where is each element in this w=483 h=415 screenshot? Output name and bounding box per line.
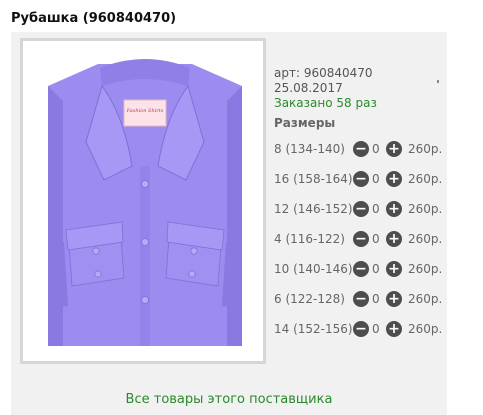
minus-circle-icon[interactable]: − bbox=[353, 201, 369, 217]
size-label: 12 (146-152) bbox=[274, 202, 353, 216]
size-price: 260р. bbox=[408, 322, 443, 336]
size-row: 6 (122-128) − 0 + 260р. bbox=[274, 290, 446, 308]
size-row: 16 (158-164) − 0 + 260р. bbox=[274, 170, 446, 188]
product-title: Рубашка (960840470) bbox=[11, 11, 177, 26]
size-quantity: 0 bbox=[372, 172, 380, 186]
divider-tick bbox=[437, 80, 439, 83]
shirt-image: Fashion Shirts bbox=[28, 46, 262, 360]
size-row: 14 (152-156) − 0 + 260р. bbox=[274, 320, 446, 338]
size-price: 260р. bbox=[408, 232, 443, 246]
size-quantity: 0 bbox=[372, 292, 380, 306]
size-label: 16 (158-164) bbox=[274, 172, 353, 186]
size-row: 8 (134-140) − 0 + 260р. bbox=[274, 140, 446, 158]
size-quantity: 0 bbox=[372, 202, 380, 216]
product-date: 25.08.2017 bbox=[274, 81, 343, 95]
article-number: арт: 960840470 bbox=[274, 66, 373, 80]
size-label: 6 (122-128) bbox=[274, 292, 345, 306]
minus-circle-icon[interactable]: − bbox=[353, 171, 369, 187]
brand-label-text: Fashion Shirts bbox=[126, 108, 164, 114]
order-count: Заказано 58 раз bbox=[274, 96, 377, 110]
size-quantity: 0 bbox=[372, 142, 380, 156]
size-quantity: 0 bbox=[372, 232, 380, 246]
size-price: 260р. bbox=[408, 202, 443, 216]
plus-circle-icon[interactable]: + bbox=[386, 141, 402, 157]
size-label: 14 (152-156) bbox=[274, 322, 353, 336]
vendor-products-link[interactable]: Все товары этого поставщика bbox=[0, 392, 458, 407]
size-label: 8 (134-140) bbox=[274, 142, 345, 156]
plus-circle-icon[interactable]: + bbox=[386, 291, 402, 307]
plus-circle-icon[interactable]: + bbox=[386, 201, 402, 217]
size-row: 10 (140-146) − 0 + 260р. bbox=[274, 260, 446, 278]
plus-circle-icon[interactable]: + bbox=[386, 231, 402, 247]
size-price: 260р. bbox=[408, 142, 443, 156]
product-photo[interactable]: Fashion Shirts bbox=[20, 38, 266, 364]
sizes-heading: Размеры bbox=[274, 116, 336, 130]
plus-circle-icon[interactable]: + bbox=[386, 261, 402, 277]
size-row: 4 (116-122) − 0 + 260р. bbox=[274, 230, 446, 248]
size-quantity: 0 bbox=[372, 322, 380, 336]
minus-circle-icon[interactable]: − bbox=[353, 141, 369, 157]
plus-circle-icon[interactable]: + bbox=[386, 321, 402, 337]
minus-circle-icon[interactable]: − bbox=[353, 321, 369, 337]
size-price: 260р. bbox=[408, 292, 443, 306]
plus-circle-icon[interactable]: + bbox=[386, 171, 402, 187]
minus-circle-icon[interactable]: − bbox=[353, 231, 369, 247]
size-quantity: 0 bbox=[372, 262, 380, 276]
minus-circle-icon[interactable]: − bbox=[353, 261, 369, 277]
size-label: 4 (116-122) bbox=[274, 232, 345, 246]
size-label: 10 (140-146) bbox=[274, 262, 353, 276]
minus-circle-icon[interactable]: − bbox=[353, 291, 369, 307]
size-price: 260р. bbox=[408, 172, 443, 186]
size-price: 260р. bbox=[408, 262, 443, 276]
size-row: 12 (146-152) − 0 + 260р. bbox=[274, 200, 446, 218]
